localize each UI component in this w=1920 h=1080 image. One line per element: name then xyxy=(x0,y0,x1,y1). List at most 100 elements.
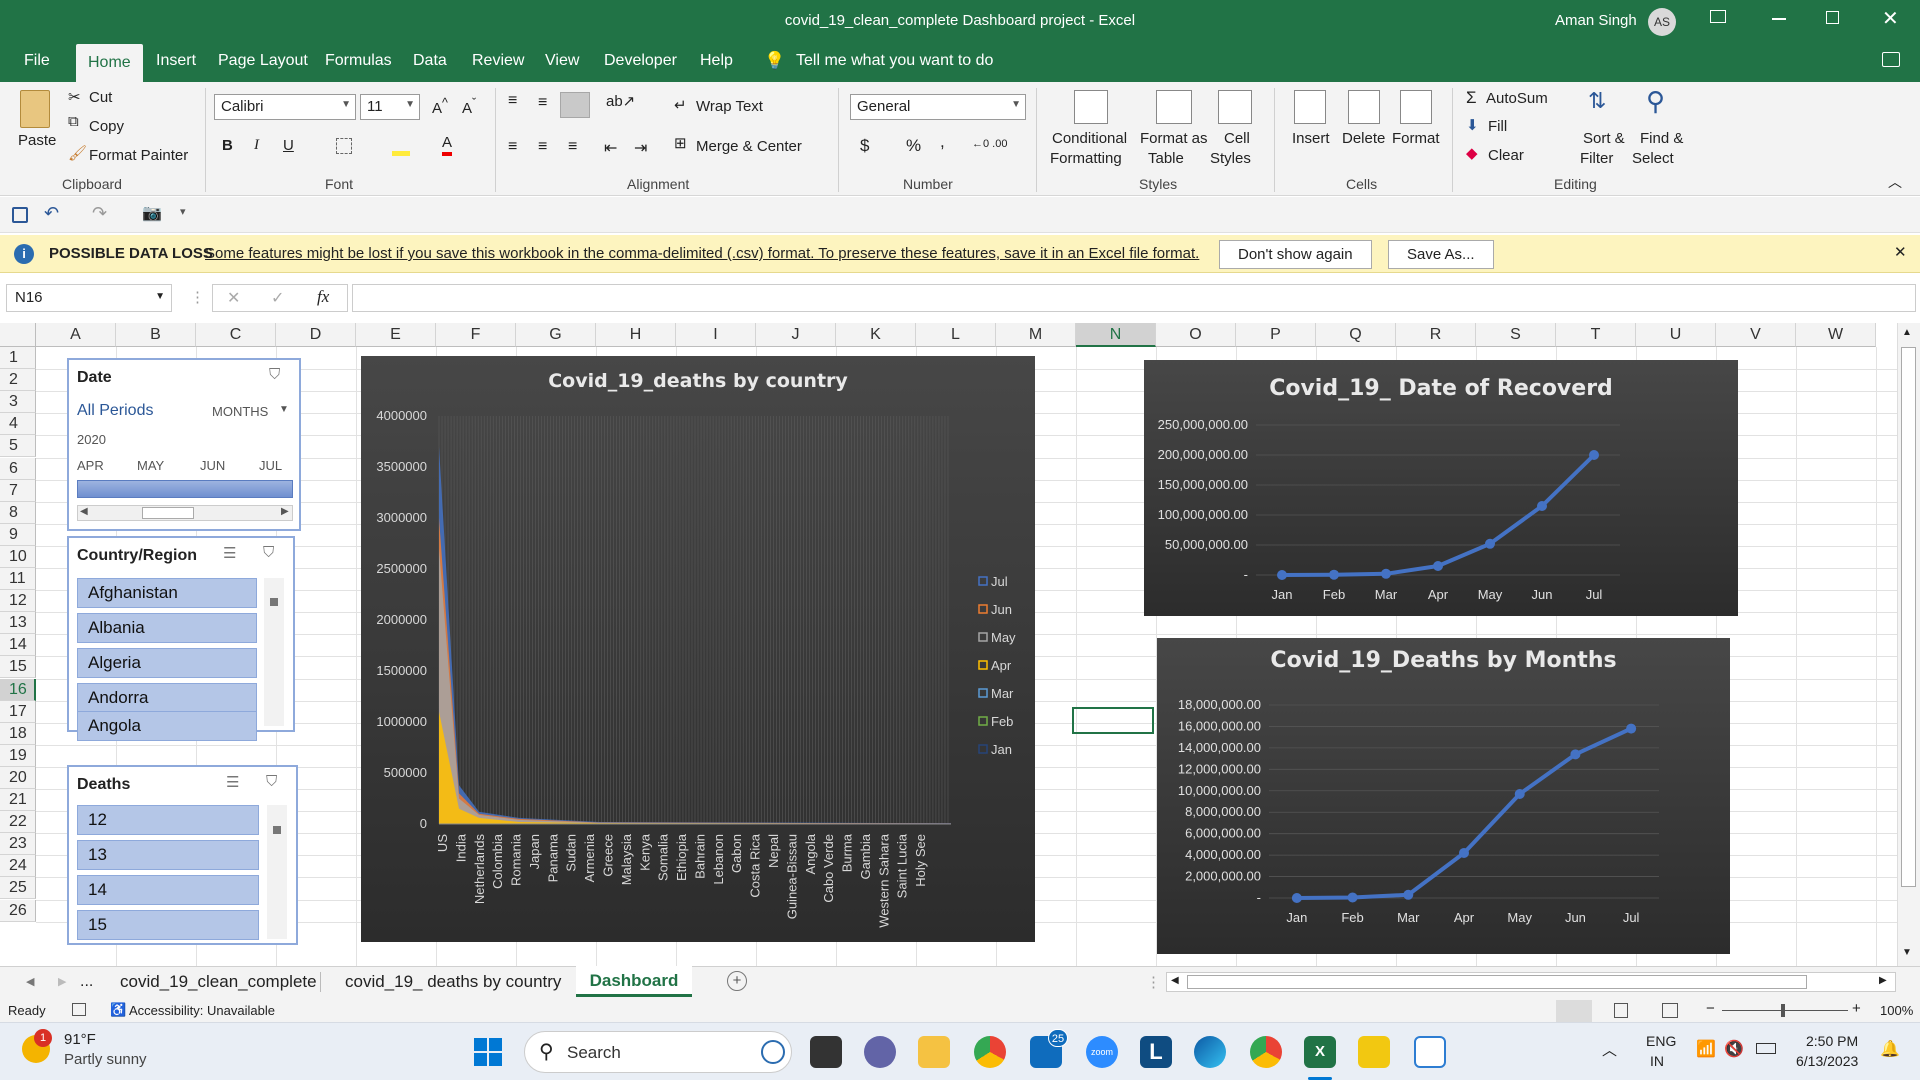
close-icon[interactable]: ✕ xyxy=(1882,6,1899,31)
select-all-corner[interactable] xyxy=(0,323,36,347)
format-painter-icon[interactable]: 🖌 xyxy=(68,144,87,162)
tab-developer[interactable]: Developer xyxy=(604,52,677,70)
save-as-button[interactable]: Save As... xyxy=(1388,240,1494,269)
excel-icon[interactable]: X xyxy=(1304,1036,1336,1068)
page-layout-view-icon[interactable] xyxy=(1614,1003,1628,1018)
column-header[interactable]: Q xyxy=(1316,323,1396,347)
slicer-item-country[interactable]: Angola xyxy=(77,711,257,741)
row-header[interactable]: 6 xyxy=(0,457,36,480)
page-break-view-icon[interactable] xyxy=(1662,1003,1678,1018)
column-header[interactable]: L xyxy=(916,323,996,347)
notifications-icon[interactable]: 🔔 xyxy=(1880,1039,1900,1059)
column-header[interactable]: M xyxy=(996,323,1076,347)
tell-me-search[interactable]: Tell me what you want to do xyxy=(796,52,993,70)
date-timeline-slicer[interactable]: Date ⛉ All Periods MONTHS ▼ 2020 APR MAY… xyxy=(67,358,301,531)
zoom-level[interactable]: 100% xyxy=(1880,1003,1913,1018)
wifi-icon[interactable]: 📶 xyxy=(1696,1039,1716,1059)
undo-icon[interactable]: ↶ xyxy=(44,203,59,224)
active-cell[interactable] xyxy=(1072,707,1154,734)
tab-help[interactable]: Help xyxy=(700,52,733,70)
column-header[interactable]: F xyxy=(436,323,516,347)
row-header[interactable]: 3 xyxy=(0,391,36,414)
scroll-thumb[interactable] xyxy=(1187,975,1807,989)
slicer-item-country[interactable]: Albania xyxy=(77,613,257,643)
column-header[interactable]: O xyxy=(1156,323,1236,347)
chevron-down-icon[interactable]: ▼ xyxy=(279,404,289,415)
fill-button[interactable]: Fill xyxy=(1488,118,1507,135)
slicer-item-deaths[interactable]: 14 xyxy=(77,875,259,905)
scroll-up-icon[interactable]: ▲ xyxy=(1902,327,1912,338)
row-header[interactable]: 15 xyxy=(0,656,36,679)
row-header[interactable]: 9 xyxy=(0,523,36,546)
font-color-icon[interactable]: A xyxy=(442,134,453,156)
function-icon[interactable]: fx xyxy=(317,287,329,307)
volume-muted-icon[interactable]: 🔇 xyxy=(1724,1039,1744,1059)
macro-record-icon[interactable] xyxy=(72,1003,86,1016)
row-header[interactable]: 12 xyxy=(0,590,36,613)
battery-icon[interactable] xyxy=(1756,1043,1776,1054)
column-header[interactable]: G xyxy=(516,323,596,347)
row-header[interactable]: 13 xyxy=(0,612,36,635)
column-header[interactable]: A xyxy=(36,323,116,347)
merge-center-icon[interactable]: ⊞ xyxy=(674,134,687,152)
vertical-scrollbar[interactable]: ▲ ▼ xyxy=(1897,323,1920,966)
percent-icon[interactable]: % xyxy=(906,136,921,156)
row-header[interactable]: 25 xyxy=(0,877,36,900)
font-name-combo[interactable]: Calibri ▼ xyxy=(214,94,356,120)
currency-icon[interactable]: $ xyxy=(860,136,869,156)
slicer-item-deaths[interactable]: 12 xyxy=(77,805,259,835)
snipping-tool-icon[interactable] xyxy=(1414,1036,1446,1068)
find-select-button[interactable]: Find & xyxy=(1640,130,1683,147)
collapse-ribbon-icon[interactable]: ︿ xyxy=(1888,172,1902,192)
worksheet[interactable]: ABCDEFGHIJKLMNOPQRSTUVW 1 2 3 4 5 6 7 8 9 10 11 12 1… xyxy=(0,323,1920,966)
column-header[interactable]: H xyxy=(596,323,676,347)
align-middle-icon[interactable]: ≡ xyxy=(538,94,547,112)
find-select-button-line2[interactable]: Select xyxy=(1632,150,1674,167)
cancel-icon[interactable]: ✕ xyxy=(227,288,240,308)
tab-page-layout[interactable]: Page Layout xyxy=(218,52,308,70)
sheet-tab[interactable]: covid_19_clean_complete xyxy=(120,972,317,992)
scroll-thumb[interactable] xyxy=(270,598,278,606)
orientation-icon[interactable]: ab↗ xyxy=(606,92,635,110)
column-header[interactable]: T xyxy=(1556,323,1636,347)
wrap-text-icon[interactable]: ↵ xyxy=(674,96,687,114)
font-size-combo[interactable]: 11 ▼ xyxy=(360,94,420,120)
format-as-table-button-line2[interactable]: Table xyxy=(1148,150,1184,167)
teams-chat-icon[interactable] xyxy=(864,1036,896,1068)
conditional-formatting-button-line2[interactable]: Formatting xyxy=(1050,150,1122,167)
cut-icon[interactable]: ✂ xyxy=(68,88,81,106)
deaths-slicer[interactable]: Deaths ☰ ⛉ 12 13 14 15 xyxy=(67,765,298,945)
sort-filter-icon[interactable]: ⇅ xyxy=(1588,88,1606,114)
row-header[interactable]: 5 xyxy=(0,435,36,458)
slicer-item-deaths[interactable]: 15 xyxy=(77,910,259,940)
format-cells-button[interactable]: Format xyxy=(1392,130,1440,147)
autosum-icon[interactable]: Σ xyxy=(1466,88,1477,108)
tab-data[interactable]: Data xyxy=(413,52,447,70)
column-header[interactable]: B xyxy=(116,323,196,347)
column-header[interactable]: N xyxy=(1076,323,1156,347)
align-bottom-icon[interactable] xyxy=(560,92,590,118)
delete-cells-icon[interactable] xyxy=(1348,90,1380,124)
row-header[interactable]: 18 xyxy=(0,722,36,745)
column-header[interactable]: K xyxy=(836,323,916,347)
tab-scroll-right-icon[interactable]: ▶ xyxy=(58,975,66,988)
row-header[interactable]: 14 xyxy=(0,634,36,657)
clear-filter-icon[interactable]: ⛉ xyxy=(269,366,280,383)
scroll-down-icon[interactable]: ▼ xyxy=(1902,947,1912,958)
sheet-tab[interactable]: covid_19_ deaths by country xyxy=(345,972,561,992)
column-header[interactable]: C xyxy=(196,323,276,347)
scroll-right-icon[interactable]: ▶ xyxy=(281,506,289,517)
file-explorer-icon[interactable] xyxy=(918,1036,950,1068)
column-header[interactable]: V xyxy=(1716,323,1796,347)
deaths-by-country-chart[interactable]: Covid_19_deaths by country 4000000 350000… xyxy=(361,356,1035,942)
user-name[interactable]: Aman Singh xyxy=(1555,12,1637,29)
conditional-formatting-icon[interactable] xyxy=(1074,90,1108,124)
row-header[interactable]: 2 xyxy=(0,369,36,392)
slicer-scrollbar[interactable] xyxy=(267,805,287,939)
align-right-icon[interactable]: ≡ xyxy=(568,138,577,156)
formula-input[interactable] xyxy=(352,284,1916,312)
row-header[interactable]: 1 xyxy=(0,347,36,370)
clear-filter-icon[interactable]: ⛉ xyxy=(266,773,277,790)
bold-icon[interactable]: B xyxy=(222,137,233,154)
column-header[interactable]: S xyxy=(1476,323,1556,347)
